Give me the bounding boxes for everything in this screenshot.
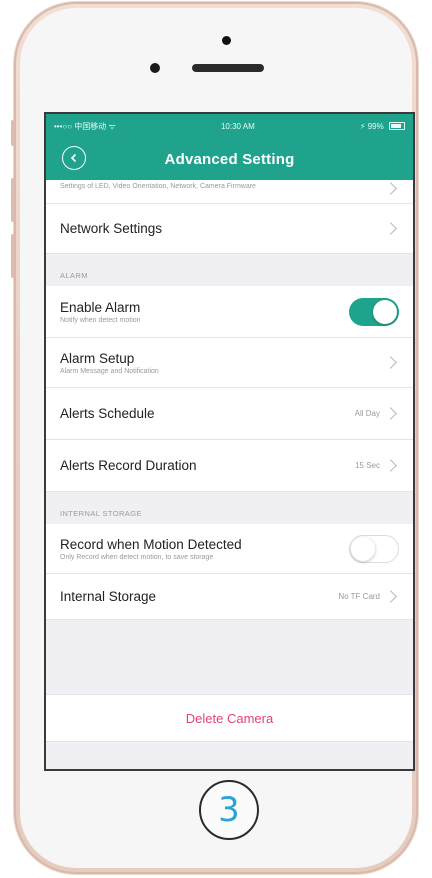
chevron-right-icon: [384, 407, 397, 420]
alarm-setup-texts: Alarm Setup Alarm Message and Notificati…: [60, 351, 386, 375]
device-settings-subtitle: Settings of LED, Video Orientation, Netw…: [60, 183, 256, 190]
network-settings-texts: Network Settings: [60, 221, 386, 236]
home-button[interactable]: 3: [199, 780, 259, 840]
front-camera: [222, 36, 231, 45]
alerts-record-duration-row[interactable]: Alerts Record Duration 15 Sec: [46, 440, 413, 492]
chevron-right-icon: [384, 590, 397, 603]
alarm-setup-subtitle: Alarm Message and Notification: [60, 367, 159, 375]
alerts-record-duration-value: 15 Sec: [355, 461, 380, 470]
page-title: Advanced Setting: [164, 150, 295, 168]
enable-alarm-subtitle: Notify when detect motion: [60, 316, 141, 324]
earpiece-speaker: [192, 64, 264, 72]
alerts-schedule-label: Alerts Schedule: [60, 406, 155, 421]
enable-alarm-label: Enable Alarm: [60, 299, 141, 315]
proximity-sensor: [150, 63, 160, 73]
app-screen: •••○○ 中国移动 ᯤ 10:30 AM ⚡ 99% Advanced Set…: [44, 112, 415, 771]
battery-text: ⚡ 99%: [359, 121, 384, 131]
enable-alarm-texts: Enable Alarm Notify when detect motion: [60, 300, 349, 324]
device-settings-texts: Settings of LED, Video Orientation, Netw…: [60, 182, 386, 191]
network-settings-label: Network Settings: [60, 221, 163, 236]
alerts-schedule-texts: Alerts Schedule: [60, 406, 355, 421]
record-motion-texts: Record when Motion Detected Only Record …: [60, 537, 349, 561]
step-number-badge: 3: [218, 790, 240, 830]
network-settings-row[interactable]: Network Settings: [46, 204, 413, 254]
carrier-signal: •••○○ 中国移动 ᯤ: [54, 121, 116, 131]
alerts-schedule-row[interactable]: Alerts Schedule All Day: [46, 388, 413, 440]
chevron-right-icon: [384, 459, 397, 472]
internal-storage-value: No TF Card: [338, 592, 380, 601]
battery-icon: [388, 122, 405, 131]
internal-storage-texts: Internal Storage: [60, 589, 338, 604]
storage-section-header: INTERNAL STORAGE: [60, 509, 142, 518]
record-motion-row: Record when Motion Detected Only Record …: [46, 524, 413, 574]
alerts-schedule-value: All Day: [354, 409, 380, 418]
alarm-setup-row[interactable]: Alarm Setup Alarm Message and Notificati…: [46, 338, 413, 388]
chevron-right-icon: [384, 356, 397, 369]
enable-alarm-toggle[interactable]: [349, 297, 399, 326]
nav-bar: Advanced Setting: [46, 138, 413, 180]
alerts-record-duration-label: Alerts Record Duration: [60, 458, 197, 473]
volume-up-button: [11, 178, 15, 222]
record-motion-label: Record when Motion Detected: [60, 536, 242, 552]
device-settings-row[interactable]: Settings of LED, Video Orientation, Netw…: [46, 180, 413, 204]
record-motion-toggle[interactable]: [349, 534, 399, 563]
toggle-knob: [373, 299, 397, 324]
alerts-record-duration-texts: Alerts Record Duration: [60, 458, 355, 473]
back-button[interactable]: [62, 146, 86, 170]
delete-camera-label: Delete Camera: [185, 710, 274, 726]
battery-status: ⚡ 99%: [360, 122, 405, 131]
chevron-right-icon: [384, 222, 397, 235]
alarm-section-header: ALARM: [60, 271, 88, 280]
enable-alarm-row: Enable Alarm Notify when detect motion: [46, 286, 413, 338]
record-motion-subtitle: Only Record when detect motion, to save …: [60, 553, 214, 561]
internal-storage-label: Internal Storage: [60, 589, 157, 604]
volume-down-button: [11, 234, 15, 278]
delete-camera-button[interactable]: Delete Camera: [46, 694, 413, 742]
chevron-right-icon: [384, 182, 397, 195]
status-bar: •••○○ 中国移动 ᯤ 10:30 AM ⚡ 99%: [46, 114, 413, 138]
alarm-setup-label: Alarm Setup: [60, 350, 135, 366]
internal-storage-row[interactable]: Internal Storage No TF Card: [46, 574, 413, 620]
status-time: 10:30 AM: [220, 121, 255, 131]
mute-switch: [11, 120, 15, 146]
toggle-knob: [351, 536, 375, 561]
chevron-left-icon: [70, 153, 77, 163]
